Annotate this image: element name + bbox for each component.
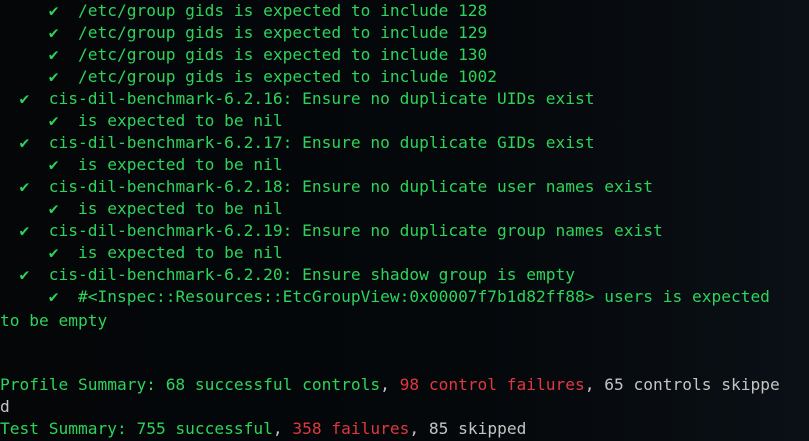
profile-summary-separator: , <box>584 375 605 394</box>
checkmark-icon: ✔ <box>48 1 59 20</box>
profile-summary-skipped: 65 controls skippe <box>604 375 780 394</box>
profile-summary-failures: 98 control failures <box>399 375 585 394</box>
test-summary-failures: 358 failures <box>292 419 410 438</box>
control-result: ✔ cis-dil-benchmark-6.2.16: Ensure no du… <box>0 88 595 110</box>
profile-summary-separator: , <box>380 375 400 394</box>
result-text: is expected to be nil <box>77 155 283 174</box>
test-result: ✔ /etc/group gids is expected to include… <box>0 0 488 22</box>
control-result: ✔ cis-dil-benchmark-6.2.17: Ensure no du… <box>0 132 595 154</box>
test-result: ✔ /etc/group gids is expected to include… <box>0 66 497 88</box>
checkmark-icon: ✔ <box>19 133 30 152</box>
checkmark-icon: ✔ <box>19 221 30 240</box>
checkmark-icon: ✔ <box>48 155 59 174</box>
result-text: /etc/group gids is expected to include 1… <box>77 67 498 86</box>
test-result: ✔ /etc/group gids is expected to include… <box>0 22 488 44</box>
result-text: /etc/group gids is expected to include 1… <box>77 45 488 64</box>
control-result: ✔ cis-dil-benchmark-6.2.20: Ensure shado… <box>0 264 576 286</box>
checkmark-icon: ✔ <box>19 89 30 108</box>
result-text: /etc/group gids is expected to include 1… <box>77 1 488 20</box>
result-text: /etc/group gids is expected to include 1… <box>77 23 488 42</box>
profile-summary-label: Profile Summary: <box>0 375 166 394</box>
checkmark-icon: ✔ <box>48 45 59 64</box>
checkmark-icon: ✔ <box>48 23 59 42</box>
checkmark-icon: ✔ <box>19 177 30 196</box>
profile-summary-line: Profile Summary: 68 successful controls,… <box>0 374 780 396</box>
test-summary-skipped: 85 skipped <box>428 419 527 438</box>
result-text: cis-dil-benchmark-6.2.16: Ensure no dupl… <box>48 89 595 108</box>
test-result: ✔ is expected to be nil <box>0 154 283 176</box>
test-result: ✔ /etc/group gids is expected to include… <box>0 44 488 66</box>
result-text: cis-dil-benchmark-6.2.18: Ensure no dupl… <box>48 177 653 196</box>
checkmark-icon: ✔ <box>48 243 59 262</box>
result-text: cis-dil-benchmark-6.2.19: Ensure no dupl… <box>48 221 663 240</box>
profile-summary-successful: 68 successful controls <box>165 375 381 394</box>
checkmark-icon: ✔ <box>19 265 30 284</box>
checkmark-icon: ✔ <box>48 287 59 306</box>
test-result: ✔ is expected to be nil <box>0 198 283 220</box>
result-text: cis-dil-benchmark-6.2.20: Ensure shadow … <box>48 265 576 284</box>
result-text: is expected to be nil <box>77 111 283 130</box>
control-result: ✔ cis-dil-benchmark-6.2.19: Ensure no du… <box>0 220 663 242</box>
test-result: ✔ is expected to be nil <box>0 242 283 264</box>
checkmark-icon: ✔ <box>48 199 59 218</box>
test-summary-line: Test Summary: 755 successful, 358 failur… <box>0 418 526 440</box>
result-text: is expected to be nil <box>77 243 283 262</box>
wrapped-line: to be empty <box>0 311 108 330</box>
control-result: ✔ cis-dil-benchmark-6.2.18: Ensure no du… <box>0 176 653 198</box>
test-result: ✔ #<Inspec::Resources::EtcGroupView:0x00… <box>0 286 770 308</box>
test-summary-successful: 755 successful <box>136 419 273 438</box>
result-text: cis-dil-benchmark-6.2.17: Ensure no dupl… <box>48 133 595 152</box>
test-result: ✔ is expected to be nil <box>0 110 283 132</box>
checkmark-icon: ✔ <box>48 111 59 130</box>
test-summary-label: Test Summary: <box>0 419 137 438</box>
checkmark-icon: ✔ <box>48 67 59 86</box>
profile-summary-skipped-wrap: d <box>0 397 10 416</box>
result-text: #<Inspec::Resources::EtcGroupView:0x0000… <box>77 287 770 306</box>
test-summary-separator: , <box>272 419 293 438</box>
test-summary-separator: , <box>409 419 429 438</box>
terminal-output[interactable]: ✔ /etc/group gids is expected to include… <box>0 0 809 441</box>
result-text: is expected to be nil <box>77 199 283 218</box>
